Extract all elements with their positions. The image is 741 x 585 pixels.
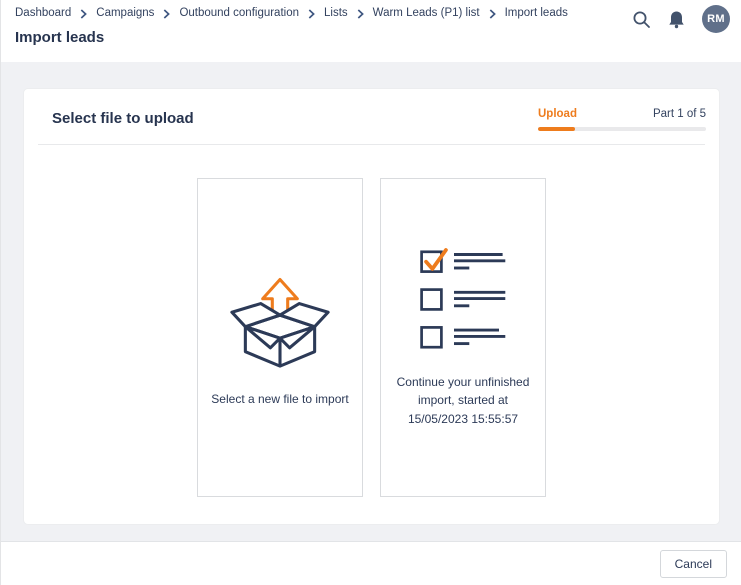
progress-fill — [538, 127, 575, 131]
breadcrumb-chevron-icon — [80, 9, 87, 19]
breadcrumb-item-warm-leads-list[interactable]: Warm Leads (P1) list — [373, 7, 480, 19]
progress-labels: Upload Part 1 of 5 — [538, 108, 706, 120]
option-continue-import-card[interactable]: Continue your unfinished import, started… — [380, 178, 546, 497]
box-upload-icon — [226, 267, 334, 374]
breadcrumb-item-dashboard[interactable]: Dashboard — [15, 7, 71, 19]
breadcrumb-item-outbound-configuration[interactable]: Outbound configuration — [179, 7, 299, 19]
wizard-progress: Upload Part 1 of 5 — [538, 105, 706, 131]
option-continue-import-line: Continue your unfinished — [397, 373, 530, 392]
breadcrumb-item-campaigns[interactable]: Campaigns — [96, 7, 154, 19]
import-options: Select a new file to import — [24, 178, 719, 497]
search-icon[interactable] — [632, 10, 651, 29]
header: Dashboard Campaigns Outbound configurati… — [1, 0, 741, 62]
bell-icon[interactable] — [668, 10, 685, 29]
panel-title: Select file to upload — [52, 105, 194, 127]
breadcrumb-chevron-icon — [357, 9, 364, 19]
option-new-import-label: Select a new file to import — [211, 390, 348, 409]
option-continue-import-line: 15/05/2023 15:55:57 — [397, 410, 530, 429]
option-continue-import-line: import, started at — [397, 391, 530, 410]
divider — [38, 144, 705, 145]
panel-header: Select file to upload Upload Part 1 of 5 — [24, 89, 719, 131]
upload-panel: Select file to upload Upload Part 1 of 5 — [23, 88, 720, 525]
checklist-icon — [418, 247, 508, 357]
page-title: Import leads — [15, 29, 727, 46]
option-continue-import-label: Continue your unfinished import, started… — [397, 373, 530, 429]
cancel-button[interactable]: Cancel — [660, 550, 727, 578]
progress-part-label: Part 1 of 5 — [653, 108, 706, 120]
main-content: Select file to upload Upload Part 1 of 5 — [1, 62, 741, 541]
option-new-import-card[interactable]: Select a new file to import — [197, 178, 363, 497]
progress-step-label: Upload — [538, 108, 577, 120]
breadcrumb-item-import-leads: Import leads — [505, 7, 568, 19]
breadcrumb-item-lists[interactable]: Lists — [324, 7, 348, 19]
breadcrumb-chevron-icon — [308, 9, 315, 19]
footer: Cancel — [1, 541, 741, 585]
topbar-actions: RM — [632, 5, 730, 33]
breadcrumb-chevron-icon — [489, 9, 496, 19]
breadcrumb: Dashboard Campaigns Outbound configurati… — [15, 7, 727, 19]
breadcrumb-chevron-icon — [163, 9, 170, 19]
avatar[interactable]: RM — [702, 5, 730, 33]
progress-track — [538, 127, 706, 131]
